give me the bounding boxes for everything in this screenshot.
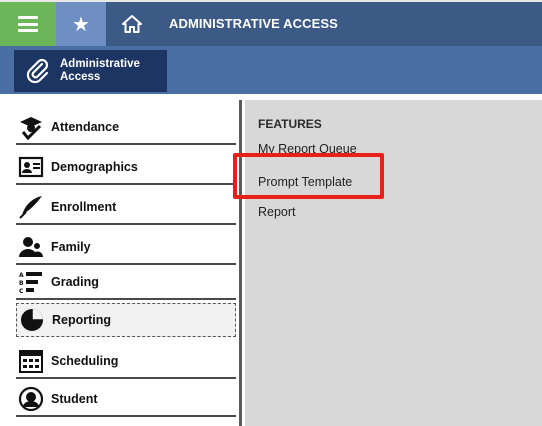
- student-icon: [18, 386, 44, 412]
- sidebar-item-label: Attendance: [51, 120, 120, 134]
- link-report[interactable]: Report: [258, 205, 296, 219]
- module-tab-administrative-access[interactable]: Administrative Access: [14, 50, 167, 92]
- sidebar-item-scheduling[interactable]: Scheduling: [16, 345, 236, 379]
- sidebar-item-label: Enrollment: [51, 200, 117, 214]
- sidebar-item-label: Reporting: [52, 313, 112, 327]
- features-heading: FEATURES: [258, 117, 322, 131]
- id-card-icon: [18, 154, 44, 180]
- sidebar-item-reporting[interactable]: Reporting: [16, 303, 236, 337]
- family-icon: [18, 234, 44, 260]
- features-panel: FEATURES My Report Queue Prompt Template…: [245, 100, 542, 426]
- hamburger-icon: [18, 16, 38, 32]
- sidebar-item-label: Demographics: [51, 160, 138, 174]
- menu-button[interactable]: [0, 2, 56, 46]
- highlight-box: [233, 153, 384, 199]
- page-title: ADMINISTRATIVE ACCESS: [169, 16, 338, 31]
- sidebar-item-enrollment[interactable]: Enrollment: [16, 191, 236, 225]
- quill-pen-icon: [18, 194, 44, 220]
- grading-list-icon: A B C: [18, 269, 44, 295]
- paperclip-icon: [24, 57, 52, 85]
- home-icon: [122, 15, 142, 33]
- sidebar-item-label: Scheduling: [51, 354, 119, 368]
- svg-text:A: A: [19, 272, 24, 279]
- pie-chart-icon: [19, 307, 45, 333]
- svg-text:C: C: [19, 288, 24, 295]
- sidebar-item-demographics[interactable]: Demographics: [16, 151, 236, 185]
- sidebar-item-attendance[interactable]: Attendance: [16, 111, 236, 145]
- sidebar-item-family[interactable]: Family: [16, 231, 236, 265]
- calendar-icon: [18, 348, 44, 374]
- svg-text:B: B: [19, 280, 24, 287]
- attendance-icon: [18, 114, 44, 140]
- sidebar-item-grading[interactable]: A B C Grading: [16, 266, 236, 300]
- sidebar-item-label: Family: [51, 240, 91, 254]
- home-button[interactable]: [108, 2, 156, 46]
- module-tab-label-line1: Administrative: [60, 58, 140, 70]
- sidebar-item-label: Grading: [51, 275, 99, 289]
- sidebar-item-student[interactable]: Student: [16, 383, 236, 417]
- star-icon: ★: [72, 12, 90, 36]
- sidebar-item-label: Student: [51, 392, 98, 406]
- favorites-button[interactable]: ★: [56, 2, 106, 46]
- module-tab-label-line2: Access: [60, 71, 101, 83]
